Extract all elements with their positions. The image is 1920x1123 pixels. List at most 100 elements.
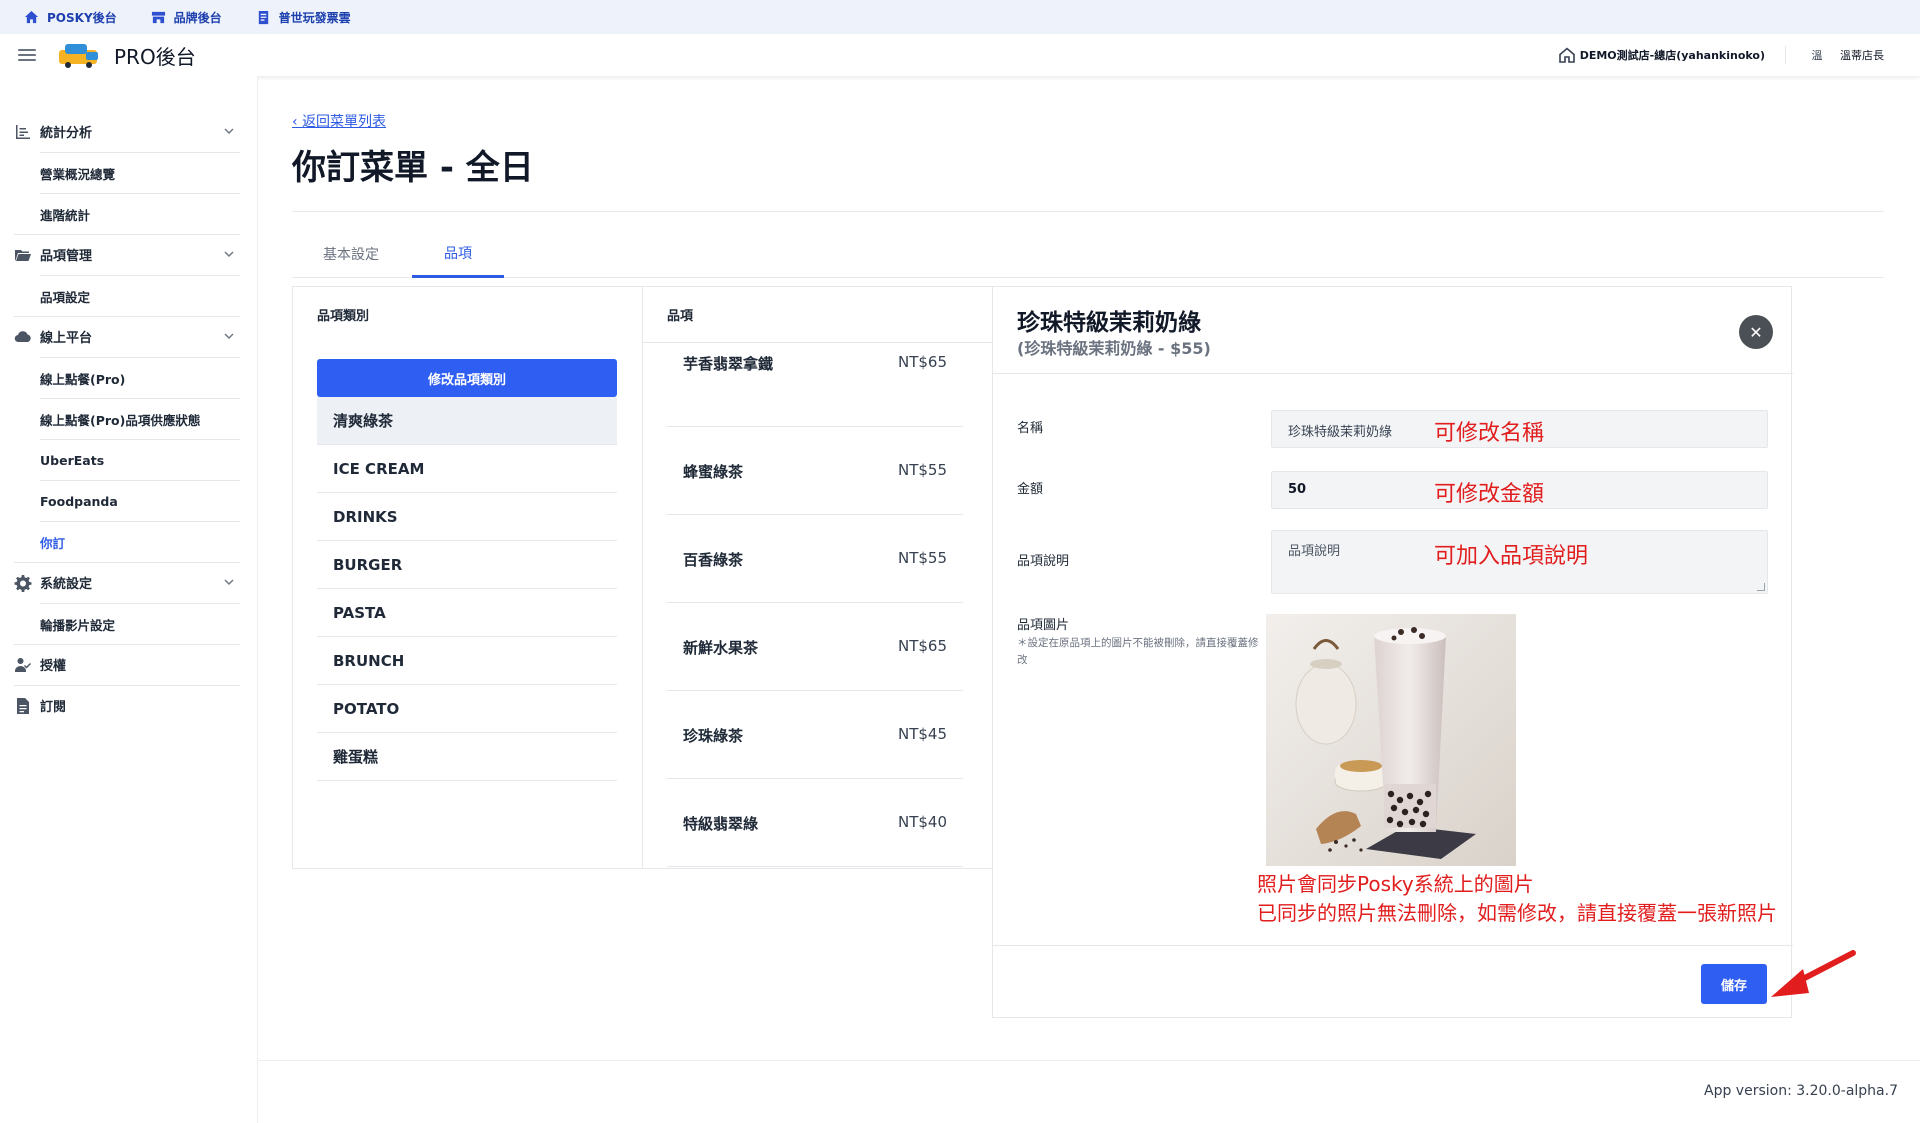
sidebar-item-label: 進階統計 — [40, 207, 91, 223]
sidebar-item-label: UberEats — [40, 452, 105, 468]
category-item[interactable]: BURGER — [317, 541, 617, 589]
item-photo[interactable] — [1266, 614, 1516, 866]
sidebar-group-subscription[interactable]: 訂閱 — [14, 685, 240, 726]
sidebar-group-stats[interactable]: 統計分析 — [14, 111, 240, 152]
price-input-value: 50 — [1288, 482, 1307, 497]
annotation-description: 可加入品項說明 — [1434, 544, 1589, 569]
tab-items[interactable]: 品項 — [412, 230, 504, 278]
sidebar-item-online-supply[interactable]: 線上點餐(Pro)品項供應狀態 — [40, 398, 240, 439]
sidebar-item-label: 輪播影片設定 — [40, 617, 116, 633]
hamburger-menu-icon[interactable] — [18, 49, 36, 61]
sidebar-item-carousel[interactable]: 輪播影片設定 — [40, 603, 240, 644]
product-row[interactable]: 新鮮水果茶 NT$65 — [667, 603, 963, 691]
annotation-price: 可修改金額 — [1434, 482, 1545, 507]
sidebar-group-label: 線上平台 — [40, 331, 93, 346]
sidebar-item-online-order[interactable]: 線上點餐(Pro) — [40, 357, 240, 398]
tab-basic-settings[interactable]: 基本設定 — [292, 230, 410, 278]
sidebar-item-label: 營業概況總覽 — [40, 166, 116, 182]
product-name: 新鮮水果茶 — [683, 639, 759, 657]
sidebar-group-label: 訂閱 — [40, 700, 67, 715]
folder-icon — [15, 249, 31, 261]
top-nav-bar: POSKY後台 品牌後台 普世玩發票雲 — [0, 0, 1920, 34]
invoice-cloud-label: 普世玩發票雲 — [278, 10, 351, 25]
home-icon — [24, 10, 39, 23]
close-icon[interactable]: ✕ — [1739, 315, 1773, 349]
category-item[interactable]: PASTA — [317, 589, 617, 637]
price-input[interactable]: 50 可修改金額 — [1271, 471, 1768, 509]
tab-bar: 基本設定 品項 — [292, 230, 1884, 278]
product-price: NT$40 — [897, 813, 947, 831]
back-link-label: 返回菜單列表 — [302, 114, 387, 130]
category-item[interactable]: ICE CREAM — [317, 445, 617, 493]
store-selector[interactable]: DEMO測試店-總店(yahankinoko) — [1558, 46, 1765, 64]
posky-logo — [56, 41, 102, 69]
user-check-icon — [15, 657, 31, 672]
store-icon — [151, 11, 165, 23]
detail-divider — [993, 373, 1793, 374]
category-item[interactable]: 雞蛋糕 — [317, 733, 617, 781]
chevron-down-icon — [224, 333, 234, 339]
sidebar-group-authorization[interactable]: 授權 — [14, 644, 240, 685]
sidebar-item-label: 線上點餐(Pro) — [40, 371, 126, 387]
back-to-menu-list-link[interactable]: ‹ 返回菜單列表 — [292, 111, 386, 131]
chevron-down-icon — [224, 128, 234, 134]
brand-backend-link[interactable]: 品牌後台 — [151, 9, 222, 26]
category-item-selected[interactable]: 清爽綠茶 — [317, 397, 617, 445]
image-note: ＊設定在原品項上的圖片不能被刪除，請直接覆蓋修改 — [1017, 637, 1259, 666]
sidebar-item-advanced-stats[interactable]: 進階統計 — [40, 193, 240, 234]
user-name[interactable]: 溫蒂店長 — [1840, 47, 1884, 63]
sidebar-group-items[interactable]: 品項管理 — [14, 234, 240, 275]
app-title: PRO後台 — [114, 44, 196, 69]
invoice-cloud-link[interactable]: 普世玩發票雲 — [256, 9, 351, 26]
product-price: NT$65 — [897, 353, 947, 371]
name-input[interactable]: 珍珠特級茉莉奶綠 可修改名稱 — [1271, 410, 1768, 448]
sidebar-item-foodpanda[interactable]: Foodpanda — [40, 480, 240, 521]
description-textarea[interactable]: 品項說明 可加入品項說明 — [1271, 530, 1768, 594]
category-item[interactable]: DRINKS — [317, 493, 617, 541]
user-avatar[interactable]: 溫 — [1806, 47, 1828, 63]
header-right: DEMO測試店-總店(yahankinoko) 溫 溫蒂店長 — [1558, 34, 1884, 76]
category-item[interactable]: BRUNCH — [317, 637, 617, 685]
edit-categories-button[interactable]: 修改品項類別 — [317, 359, 617, 397]
product-name: 芋香翡翠拿鐵 — [683, 355, 774, 373]
products-header: 品項 — [667, 309, 694, 324]
posky-backend-link[interactable]: POSKY後台 — [24, 9, 117, 26]
footer-divider — [258, 1060, 1920, 1061]
product-price: NT$65 — [897, 637, 947, 655]
category-item[interactable]: POTATO — [317, 685, 617, 733]
description-placeholder: 品項說明 — [1288, 544, 1341, 559]
product-name: 百香綠茶 — [683, 551, 744, 569]
detail-subtitle: (珍珠特級茉莉奶綠 - $55) — [1017, 339, 1211, 358]
product-row[interactable]: 珍珠綠茶 NT$45 — [667, 691, 963, 779]
sidebar-item-ubereats[interactable]: UberEats — [40, 439, 240, 480]
description-label: 品項說明 — [1017, 554, 1070, 569]
home-outline-icon — [1558, 47, 1575, 63]
product-row[interactable]: 芋香翡翠拿鐵 NT$65 — [667, 339, 963, 427]
product-row[interactable]: 蜂蜜綠茶 NT$55 — [667, 427, 963, 515]
categories-panel: 品項類別 修改品項類別 清爽綠茶 ICE CREAM DRINKS BURGER… — [292, 286, 643, 869]
product-row[interactable]: 百香綠茶 NT$55 — [667, 515, 963, 603]
title-divider — [292, 211, 1884, 212]
sidebar-item-overview[interactable]: 營業概況總覽 — [40, 152, 240, 193]
sidebar-item-nido[interactable]: 你訂 — [40, 521, 240, 562]
chevron-down-icon — [224, 579, 234, 585]
save-button[interactable]: 儲存 — [1701, 964, 1767, 1004]
page-title: 你訂菜單 - 全日 — [292, 148, 534, 188]
sidebar-group-label: 授權 — [40, 659, 67, 674]
product-price: NT$55 — [897, 549, 947, 567]
red-arrow-icon — [1771, 950, 1856, 997]
detail-title: 珍珠特級茉莉奶綠 — [1017, 310, 1201, 336]
sidebar-group-online[interactable]: 線上平台 — [14, 316, 240, 357]
cloud-icon — [14, 330, 31, 342]
sidebar-group-system[interactable]: 系統設定 — [14, 562, 240, 603]
name-input-value: 珍珠特級茉莉奶綠 — [1288, 425, 1393, 440]
app-version: App version: 3.20.0-alpha.7 — [1704, 1083, 1898, 1099]
sidebar-item-label: 你訂 — [40, 535, 66, 551]
annotation-name: 可修改名稱 — [1434, 421, 1545, 446]
sidebar: 統計分析 營業概況總覽 進階統計 品項管理 品項設定 線上平台 線上點餐(Pro… — [0, 76, 258, 1123]
resize-handle-icon[interactable] — [1757, 583, 1765, 591]
item-detail-panel: 珍珠特級茉莉奶綠 (珍珠特級茉莉奶綠 - $55) ✕ 名稱 珍珠特級茉莉奶綠 … — [992, 286, 1856, 1018]
brand-backend-label: 品牌後台 — [173, 10, 222, 25]
product-row[interactable]: 特級翡翠綠 NT$40 — [667, 779, 963, 867]
sidebar-item-item-settings[interactable]: 品項設定 — [40, 275, 240, 316]
